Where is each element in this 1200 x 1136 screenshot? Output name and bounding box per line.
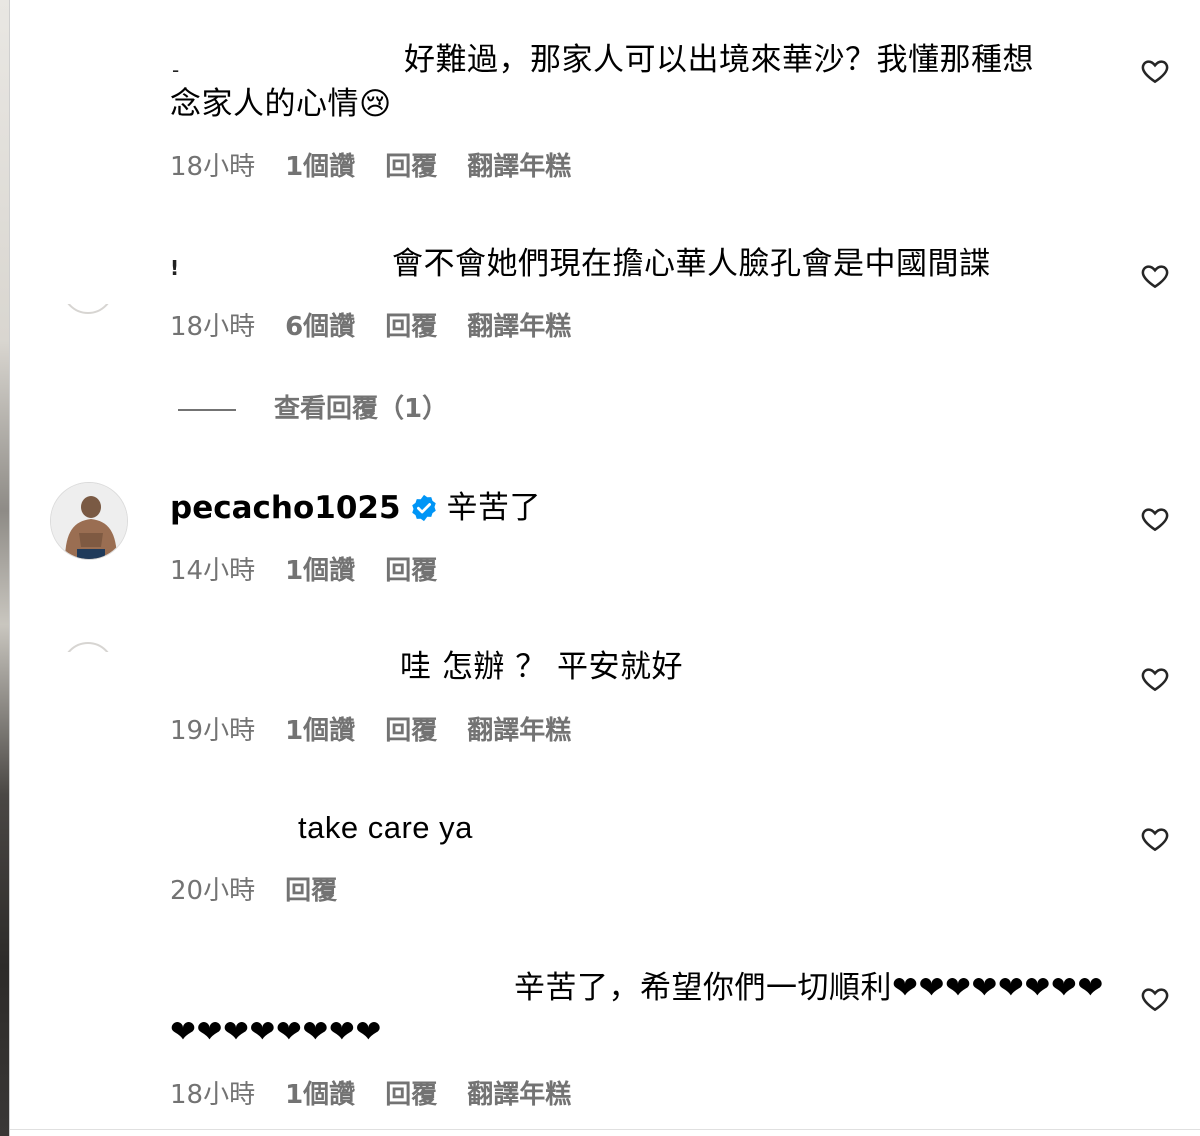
heart-icon[interactable]	[1139, 664, 1171, 694]
reply-button[interactable]: 回覆	[385, 312, 437, 342]
comment-meta: 14小時 1個讚 回覆	[170, 550, 467, 587]
like-count[interactable]: 6個讚	[285, 312, 355, 342]
avatar-image	[51, 483, 127, 559]
comment-text: take care ya	[298, 810, 473, 845]
divider	[10, 1129, 1200, 1130]
comment-text: 好難過，那家人可以出境來華沙？我懂那種想	[404, 42, 1034, 78]
view-replies-button[interactable]: 查看回覆（1）	[178, 388, 448, 425]
comment-text: 辛苦了，希望你們一切順利❤❤❤❤❤❤❤❤	[514, 970, 1104, 1006]
comment-time[interactable]: 14小時	[170, 556, 255, 586]
comment-meta: 19小時 1個讚 回覆 翻譯年糕	[170, 710, 601, 747]
translate-button[interactable]: 翻譯年糕	[467, 152, 571, 182]
comment-meta: 20小時 回覆	[170, 870, 367, 907]
reply-button[interactable]: 回覆	[285, 876, 337, 906]
heart-icon[interactable]	[1139, 984, 1171, 1014]
like-count[interactable]: 1個讚	[285, 152, 355, 182]
comment-username[interactable]: pecacho1025	[170, 490, 401, 526]
avatar[interactable]	[50, 482, 128, 560]
like-count[interactable]: 1個讚	[285, 716, 355, 746]
comment-time[interactable]: 18小時	[170, 312, 255, 342]
avatar[interactable]	[62, 304, 114, 314]
like-count[interactable]: 1個讚	[285, 1080, 355, 1110]
comment-text: 哇 怎辦 ？ 平安就好	[400, 649, 684, 685]
background-strip	[0, 0, 10, 1136]
comment-time[interactable]: 18小時	[170, 152, 255, 182]
comment-1: 好難過，那家人可以出境來華沙？我懂那種想 念家人的心情😢	[170, 38, 1100, 126]
heart-icon[interactable]	[1139, 504, 1171, 534]
translate-button[interactable]: 翻譯年糕	[467, 716, 571, 746]
comment-text: 辛苦了	[446, 490, 542, 526]
reply-button[interactable]: 回覆	[385, 1080, 437, 1110]
comment-text: 念家人的心情😢	[170, 86, 392, 122]
comment-6: 辛苦了，希望你們一切順利❤❤❤❤❤❤❤❤ ❤❤❤❤❤❤❤❤	[170, 966, 1104, 1054]
comment-meta: 18小時 6個讚 回覆 翻譯年糕	[170, 306, 601, 343]
reply-button[interactable]: 回覆	[385, 556, 437, 586]
comment-text: 會不會她們現在擔心華人臉孔會是中國間諜	[392, 246, 991, 282]
comment-meta: 18小時 1個讚 回覆 翻譯年糕	[170, 1074, 601, 1111]
heart-icon[interactable]	[1139, 261, 1171, 291]
comment-4: 哇 怎辦 ？ 平安就好	[170, 645, 1100, 689]
translate-button[interactable]: 翻譯年糕	[467, 312, 571, 342]
reply-button[interactable]: 回覆	[385, 716, 437, 746]
comment-time[interactable]: 18小時	[170, 1080, 255, 1110]
comment-time[interactable]: 20小時	[170, 876, 255, 906]
like-count[interactable]: 1個讚	[285, 556, 355, 586]
comment-time[interactable]: 19小時	[170, 716, 255, 746]
comment-meta: 18小時 1個讚 回覆 翻譯年糕	[170, 146, 601, 183]
heart-icon[interactable]	[1139, 56, 1171, 86]
replies-dash	[178, 408, 236, 411]
view-replies-label: 查看回覆（1）	[274, 394, 449, 424]
comment-2: 會不會她們現在擔心華人臉孔會是中國間諜	[170, 242, 1100, 286]
heart-icon[interactable]	[1139, 824, 1171, 854]
comment-text: ❤❤❤❤❤❤❤❤	[170, 1014, 382, 1050]
comment-5: take care ya	[170, 806, 1100, 850]
translate-button[interactable]: 翻譯年糕	[467, 1080, 571, 1110]
verified-badge-icon	[411, 494, 436, 522]
reply-button[interactable]: 回覆	[385, 152, 437, 182]
comment-3: pecacho1025 辛苦了	[170, 486, 1100, 530]
avatar[interactable]	[62, 642, 114, 652]
